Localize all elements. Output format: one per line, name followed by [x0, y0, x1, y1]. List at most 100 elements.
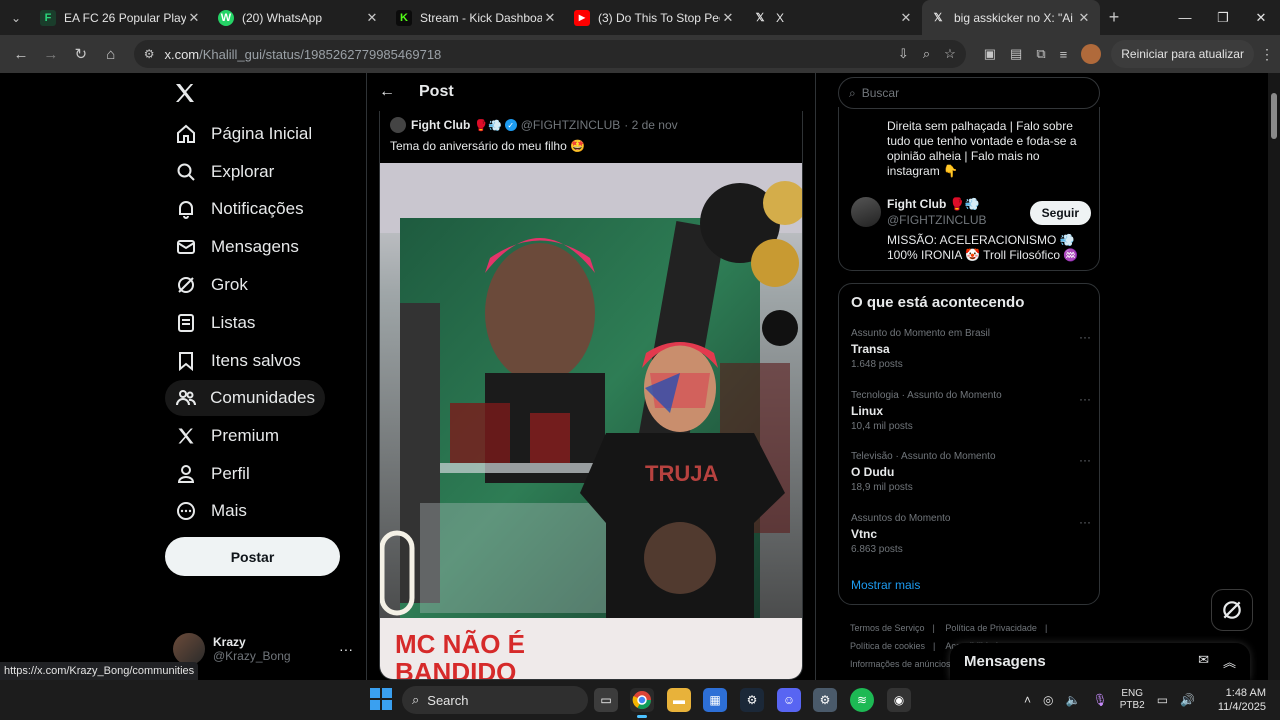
post-button[interactable]: Postar — [165, 537, 340, 576]
settings-icon[interactable]: ⚙ — [813, 688, 837, 712]
x-logo-icon[interactable] — [173, 81, 197, 105]
footer-link[interactable]: Termos de Serviço — [850, 623, 925, 633]
new-message-icon[interactable]: ✉ — [1198, 652, 1209, 671]
more-icon[interactable]: ··· — [1079, 330, 1091, 344]
close-icon[interactable]: ✕ — [720, 10, 736, 26]
bookmark-star-icon[interactable]: ☆ — [944, 46, 956, 62]
sidebar-item-label: Notificações — [211, 199, 304, 218]
tab-youtube[interactable]: ▶ (3) Do This To Stop People ✕ — [566, 0, 744, 35]
follow-button[interactable]: Seguir — [1029, 201, 1091, 225]
search-input[interactable]: ⌕ Buscar — [838, 77, 1100, 109]
more-icon[interactable]: ··· — [1079, 515, 1091, 529]
network-app-icon[interactable]: ◎ — [1043, 693, 1053, 707]
site-info-icon[interactable]: ⚙ — [144, 47, 155, 61]
home-icon[interactable]: ⌂ — [96, 39, 126, 69]
windows-start-icon[interactable] — [370, 688, 392, 710]
back-icon[interactable]: ← — [6, 39, 36, 69]
close-icon[interactable]: ✕ — [898, 10, 914, 26]
microphone-icon[interactable]: 🎙 — [1092, 693, 1107, 707]
sidebar-item-home[interactable]: Página Inicial — [165, 116, 335, 152]
trend-item[interactable]: Tecnologia · Assunto do Momento Linux 10… — [851, 390, 1091, 446]
tab-kick[interactable]: K Stream - Kick Dashboard ✕ — [388, 0, 566, 35]
restart-update-button[interactable]: Reiniciar para atualizar — [1111, 40, 1254, 68]
reload-icon[interactable]: ↻ — [66, 39, 96, 69]
tab-x-post[interactable]: 𝕏 big asskicker no X: "Ai filho ✕ — [922, 0, 1100, 35]
trend-item[interactable]: Assuntos do Momento Vtnc 6.863 posts ··· — [851, 513, 1091, 569]
puzzle-icon[interactable]: ⧉ — [1036, 46, 1045, 62]
profile-avatar[interactable] — [1081, 44, 1102, 64]
sidebar-item-more[interactable]: Mais — [165, 493, 335, 529]
close-icon[interactable]: ✕ — [1076, 10, 1092, 26]
quoted-post[interactable]: Fight Club 🥊💨 ✓ @FIGHTZINCLUB · 2 de nov… — [379, 111, 803, 680]
trend-count: 18,9 mil posts — [851, 482, 913, 493]
footer-link[interactable]: Informações de anúncios — [850, 659, 951, 669]
extension-icon[interactable]: ▤ — [1010, 46, 1022, 62]
taskbar-search[interactable]: ⌕ Search — [402, 686, 588, 714]
tab-ea-fc[interactable]: F EA FC 26 Popular Players | ✕ — [32, 0, 210, 35]
banner-text: BANDIDO — [395, 657, 516, 680]
messages-drawer[interactable]: Mensagens ✉ ︽ — [950, 643, 1250, 680]
back-arrow-icon[interactable]: ← — [379, 83, 395, 101]
footer-link[interactable]: Política de cookies — [850, 641, 925, 651]
close-icon[interactable]: ✕ — [364, 10, 380, 26]
tab-x[interactable]: 𝕏 X ✕ — [744, 0, 922, 35]
chrome-icon[interactable] — [630, 688, 654, 718]
close-icon[interactable]: ✕ — [186, 10, 202, 26]
close-icon[interactable]: ✕ — [542, 10, 558, 26]
menu-icon[interactable]: ⋮ — [1260, 46, 1274, 63]
task-view-icon[interactable]: ▭ — [594, 688, 618, 712]
sidebar-item-lists[interactable]: Listas — [165, 305, 335, 341]
trend-item[interactable]: Assunto do Momento em Brasil Transa 1.64… — [851, 328, 1091, 384]
sidebar-item-messages[interactable]: Mensagens — [165, 229, 335, 265]
tab-search-button[interactable]: ⌄ — [0, 0, 32, 35]
footer-link[interactable]: Política de Privacidade — [945, 623, 1037, 633]
show-more-link[interactable]: Mostrar mais — [851, 578, 920, 592]
store-icon[interactable]: ▦ — [703, 688, 727, 712]
address-bar[interactable]: ⚙ x.com/Khalill_gui/status/1985262779985… — [133, 40, 966, 68]
discord-icon[interactable]: ☺ — [777, 688, 801, 712]
app-icon[interactable]: ◉ — [887, 688, 911, 712]
trend-count: 10,4 mil posts — [851, 421, 913, 432]
sidebar-item-notifications[interactable]: Notificações — [165, 191, 335, 227]
sidebar-item-grok[interactable]: Grok — [165, 267, 335, 303]
scrollbar-thumb[interactable] — [1271, 93, 1277, 139]
grok-floating-button[interactable] — [1211, 589, 1253, 631]
file-explorer-icon[interactable]: ▬ — [667, 688, 691, 712]
chevron-up-icon[interactable]: ˄ — [1024, 693, 1031, 707]
volume-icon[interactable]: 🔈 — [1066, 693, 1081, 707]
forward-icon[interactable]: → — [36, 39, 66, 69]
close-window-icon[interactable]: ✕ — [1242, 0, 1280, 35]
account-switcher[interactable]: Krazy @Krazy_Bong ··· — [173, 629, 353, 669]
install-app-icon[interactable]: ⇩ — [898, 46, 909, 62]
sidebar-item-profile[interactable]: Perfil — [165, 456, 335, 492]
language-indicator[interactable]: ENG PTB2 — [1120, 688, 1145, 712]
steam-icon[interactable]: ⚙ — [740, 688, 764, 712]
page-scrollbar[interactable] — [1268, 73, 1280, 680]
sidebar-item-premium[interactable]: Premium — [165, 418, 335, 454]
minimize-icon[interactable]: — — [1166, 0, 1204, 35]
person-icon — [175, 463, 197, 485]
tab-whatsapp[interactable]: W (20) WhatsApp ✕ — [210, 0, 388, 35]
kick-favicon-icon: K — [396, 9, 412, 26]
sidebar-item-bookmarks[interactable]: Itens salvos — [165, 343, 335, 379]
more-icon[interactable]: ··· — [339, 641, 353, 657]
post-photo[interactable]: TRUJA MC NÃO É BANDIDO — [380, 163, 802, 680]
zoom-icon[interactable]: ⌕ — [923, 46, 930, 62]
new-tab-button[interactable]: + — [1100, 7, 1128, 28]
trend-item[interactable]: Televisão · Assunto do Momento O Dudu 18… — [851, 451, 1091, 507]
speaker-icon[interactable]: 🔊 — [1180, 693, 1195, 707]
post-text: Tema do aniversário do meu filho 🤩 — [390, 139, 586, 153]
extension-icon[interactable]: ▣ — [984, 46, 996, 62]
more-icon[interactable]: ··· — [1079, 392, 1091, 406]
sidebar-item-explore[interactable]: Explorar — [165, 154, 335, 190]
taskbar-clock[interactable]: 1:48 AM 11/4/2025 — [1208, 686, 1266, 714]
more-icon[interactable]: ··· — [1079, 453, 1091, 467]
media-control-icon[interactable]: ≡ — [1060, 47, 1068, 62]
expand-icon[interactable]: ︽ — [1223, 652, 1236, 671]
suggested-account[interactable]: Fight Club 🥊💨 @FIGHTZINCLUB Seguir — [851, 197, 1091, 231]
spotify-icon[interactable]: ≋ — [850, 688, 874, 712]
maximize-icon[interactable]: ❐ — [1204, 0, 1242, 35]
sidebar-item-communities[interactable]: Comunidades — [165, 380, 325, 416]
author-name: Fight Club — [411, 118, 471, 132]
display-icon[interactable]: ▭ — [1157, 693, 1168, 707]
